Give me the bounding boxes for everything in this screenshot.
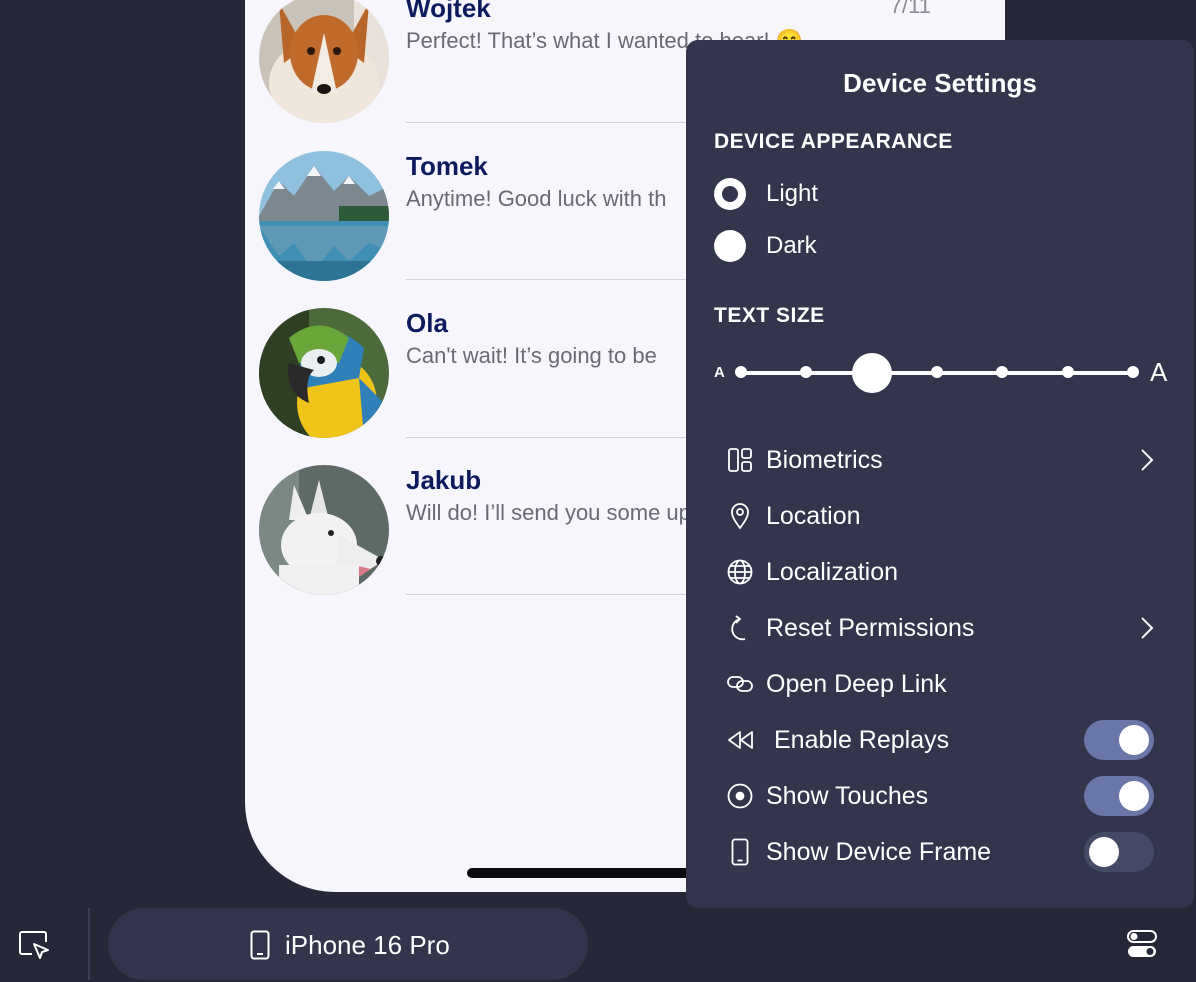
menu-label: Show Touches [766, 782, 929, 810]
location-pin-icon [726, 502, 754, 530]
menu-item-reset-permissions[interactable]: Reset Permissions [714, 606, 1166, 650]
menu-label: Show Device Frame [766, 838, 992, 866]
app-root: Wojtek Perfect! That’s what I wanted to … [0, 0, 1196, 982]
rewind-icon [726, 726, 754, 754]
radio-dot [722, 186, 738, 202]
macaw-parrot-photo [259, 308, 389, 438]
toggle-switch[interactable] [1084, 832, 1154, 872]
device-selector-button[interactable]: iPhone 16 Pro [108, 908, 588, 980]
settings-toggles-icon [1127, 930, 1157, 957]
radio-selected[interactable] [714, 178, 746, 210]
panel-title: Device Settings [843, 68, 1037, 98]
menu-label: Open Deep Link [766, 670, 947, 698]
message-time: 7/11 [889, 0, 931, 18]
contact-name: Ola [406, 308, 448, 338]
menu-item-show-touches[interactable]: Show Touches [714, 774, 1166, 818]
contact-name: Jakub [406, 465, 482, 495]
text-size-section-label: TEXT SIZE [714, 304, 825, 327]
slider-tick[interactable] [931, 366, 943, 378]
slider-tick[interactable] [996, 366, 1009, 378]
menu-label: Location [766, 502, 861, 530]
avatar [259, 0, 389, 123]
toggle-knob [1119, 781, 1149, 811]
device-settings-button[interactable] [1126, 928, 1158, 960]
toggle-knob [1089, 837, 1119, 867]
link-icon [726, 670, 754, 698]
white-dog-photo [259, 465, 389, 595]
menu-label: Reset Permissions [766, 614, 975, 642]
menu-label: Enable Replays [774, 726, 950, 754]
avatar [259, 151, 389, 281]
chevron-right-icon [1141, 449, 1154, 471]
menu-item-show-device-frame[interactable]: Show Device Frame [714, 830, 1166, 874]
biometrics-icon [726, 446, 754, 474]
slider-tick[interactable] [1127, 366, 1139, 378]
radio-unselected[interactable] [714, 230, 746, 262]
menu-item-localization[interactable]: Localization [714, 550, 1166, 594]
globe-icon [726, 558, 754, 586]
radio-label: Light [766, 180, 819, 207]
phone-icon [726, 838, 754, 866]
contact-name: Tomek [406, 151, 488, 181]
inspect-cursor-icon [19, 931, 49, 959]
slider-tick[interactable] [1061, 366, 1074, 378]
avatar [259, 465, 389, 595]
avatar [259, 308, 389, 438]
menu-label: Biometrics [766, 446, 883, 474]
slider-tick[interactable] [735, 366, 747, 378]
phone-icon [250, 930, 270, 960]
inspect-button[interactable] [18, 930, 50, 960]
device-name: iPhone 16 Pro [285, 930, 450, 960]
menu-item-location[interactable]: Location [714, 494, 1166, 538]
slider-thumb[interactable] [851, 353, 892, 393]
menu-item-biometrics[interactable]: Biometrics [714, 438, 1166, 482]
menu-label: Localization [766, 558, 899, 586]
radio-label: Dark [766, 232, 817, 259]
mountain-lake-photo [259, 151, 389, 281]
appearance-section-label: DEVICE APPEARANCE [714, 130, 953, 153]
large-text-label: A [1150, 357, 1168, 387]
menu-item-enable-replays[interactable]: Enable Replays [714, 718, 1166, 762]
chevron-right-icon [1141, 617, 1154, 639]
touch-icon [726, 782, 754, 810]
small-text-label: A [714, 364, 725, 381]
text-size-slider[interactable]: A A [714, 352, 1168, 396]
device-settings-panel: Device Settings DEVICE APPEARANCE Light … [686, 40, 1194, 908]
bottom-bar-divider [88, 908, 90, 980]
appearance-option-dark[interactable]: Dark [714, 229, 1014, 263]
sheltie-dog-photo [259, 0, 389, 123]
menu-item-open-deep-link[interactable]: Open Deep Link [714, 662, 1166, 706]
toggle-switch[interactable] [1084, 720, 1154, 760]
contact-name: Wojtek [406, 0, 491, 23]
appearance-option-light[interactable]: Light [714, 177, 1014, 211]
toggle-switch[interactable] [1084, 776, 1154, 816]
slider-tick[interactable] [800, 366, 813, 378]
reset-icon [726, 614, 754, 642]
toggle-knob [1119, 725, 1149, 755]
